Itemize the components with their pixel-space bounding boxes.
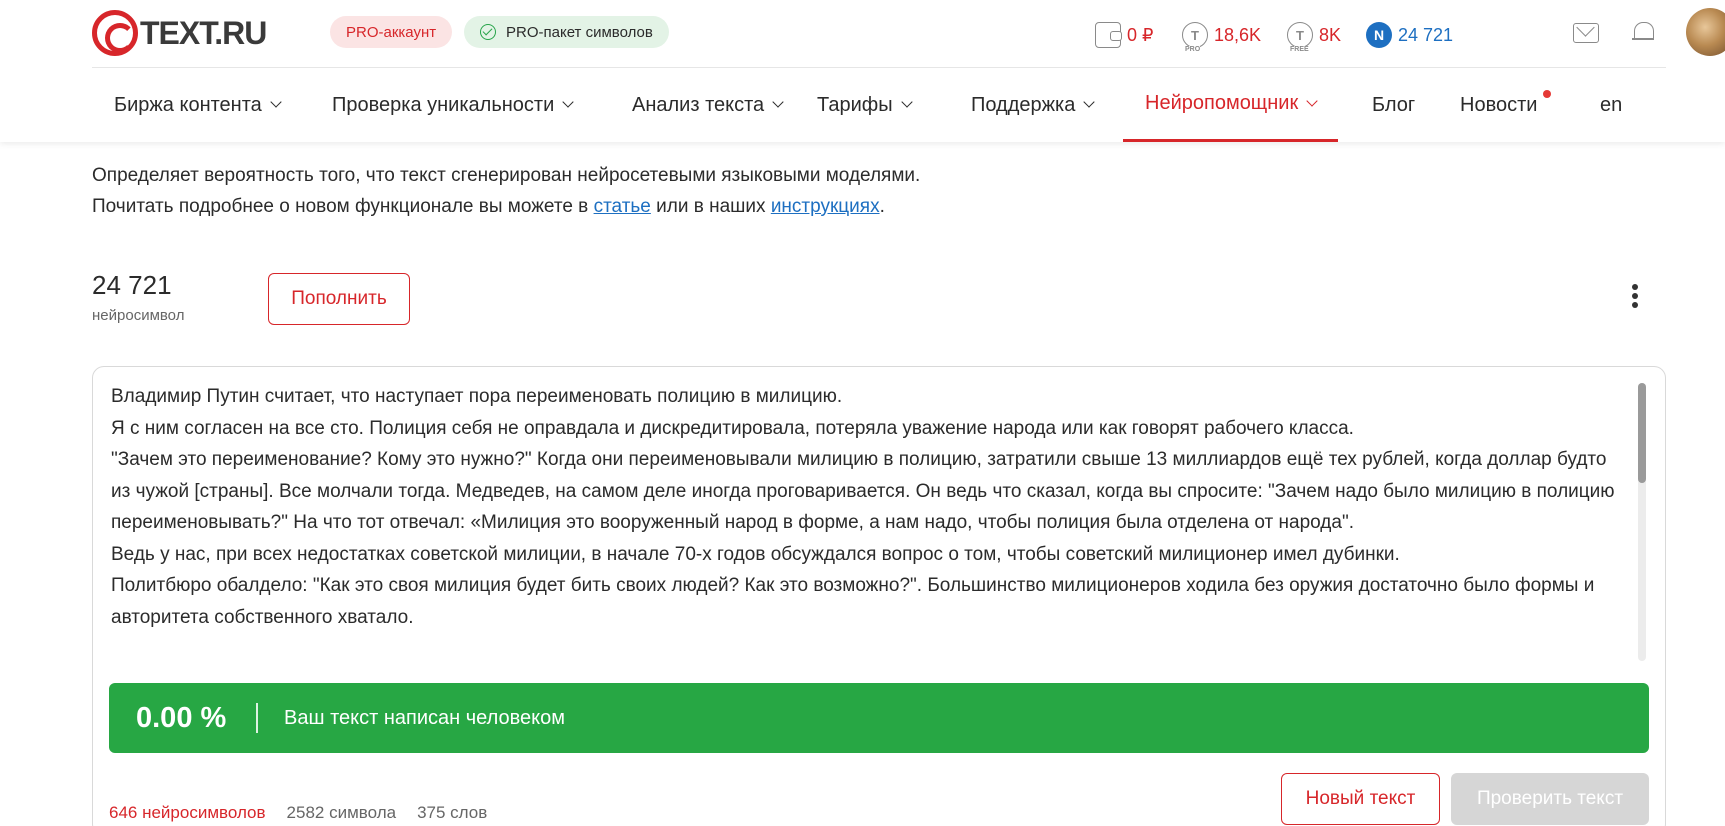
pro-pack-badge[interactable]: PRO-пакет символов (464, 16, 669, 48)
text-scrollbar[interactable] (1638, 383, 1646, 661)
nav-item-label: Новости (1460, 93, 1538, 116)
nav-item-label: Блог (1372, 93, 1416, 116)
new-text-button[interactable]: Новый текст (1281, 773, 1440, 825)
nav-item-blog[interactable]: Блог (1350, 68, 1437, 142)
site-header: TEXT.RU PRO-аккаунт PRO-пакет символов 0… (0, 0, 1725, 142)
pro-chars-balance[interactable]: T PRO 18,6K (1182, 20, 1262, 53)
mail-icon[interactable] (1573, 23, 1599, 43)
chevron-down-icon (900, 96, 913, 108)
more-options-icon[interactable] (1630, 284, 1640, 314)
nav-item-tariffs[interactable]: Тарифы (795, 68, 933, 142)
check-text-button[interactable]: Проверить текст (1451, 773, 1649, 825)
wallet-balance[interactable]: 0 ₽ (1095, 20, 1153, 50)
pro-chars-icon-tag: PRO (1185, 46, 1201, 53)
free-chars-icon: T FREE (1287, 22, 1313, 53)
text-paragraph: "Зачем это переименование? Кому это нужн… (111, 449, 1615, 533)
neuro-balance: 24 721 нейросимвол (92, 270, 184, 324)
topup-button[interactable]: Пополнить (268, 273, 410, 325)
words-count: 375 слов (417, 803, 488, 822)
logo-text: TEXT.RU (140, 14, 267, 51)
text-paragraph: Политбюро обалдело: "Как это своя милици… (111, 575, 1595, 628)
balance-value: 24 721 (92, 270, 172, 300)
article-link[interactable]: статье (594, 196, 651, 217)
description-line-links: Почитать подробнее о новом функционале в… (92, 191, 920, 222)
chevron-down-icon (562, 96, 574, 108)
wallet-value: 0 ₽ (1127, 24, 1154, 45)
nav-item-language[interactable]: en (1578, 68, 1644, 142)
result-divider (256, 703, 258, 733)
neuro-chars-icon-letter: N (1373, 27, 1385, 43)
description-line: Определяет вероятность того, что текст с… (92, 165, 921, 186)
top-bar: TEXT.RU PRO-аккаунт PRO-пакет символов 0… (92, 0, 1725, 68)
description-text: . (879, 196, 885, 217)
neuro-chars-icon: N (1366, 22, 1392, 48)
free-chars-balance[interactable]: T FREE 8K (1287, 20, 1342, 53)
instructions-link[interactable]: инструкциях (771, 196, 880, 217)
chevron-down-icon (1083, 96, 1096, 108)
bell-icon[interactable] (1632, 20, 1654, 44)
pro-pack-label: PRO-пакет символов (506, 23, 653, 41)
description-text: или в наших (650, 196, 771, 217)
pro-chars-value: 18,6K (1214, 24, 1262, 45)
nav-item-label: Биржа контента (114, 93, 262, 116)
nav-item-text-analysis[interactable]: Анализ текста (610, 68, 804, 142)
main-nav: Биржа контента Проверка уникальности Ана… (92, 68, 1666, 142)
nav-item-label: Анализ текста (632, 93, 765, 116)
text-paragraph: Ведь у нас, при всех недостатках советск… (111, 543, 1400, 565)
notification-dot (1543, 90, 1552, 98)
feature-description: Определяет вероятность того, что текст с… (92, 160, 920, 222)
balance-label: нейросимвол (92, 307, 185, 324)
pro-account-badge[interactable]: PRO-аккаунт (330, 16, 453, 48)
nav-item-label: Тарифы (817, 93, 893, 116)
avatar[interactable] (1686, 8, 1725, 56)
nav-item-news[interactable]: Новости (1438, 68, 1567, 142)
free-chars-value: 8K (1319, 24, 1342, 45)
ai-probability: 0.00 % (136, 701, 227, 734)
chevron-down-icon (1306, 94, 1318, 107)
neuro-chars-count: 646 нейросимволов (109, 803, 266, 822)
scrollbar-thumb[interactable] (1638, 383, 1646, 483)
check-circle-icon (480, 24, 496, 40)
nav-item-content-exchange[interactable]: Биржа контента (92, 68, 302, 142)
description-text: Почитать подробнее о новом функционале в… (92, 196, 594, 217)
nav-item-support[interactable]: Поддержка (949, 68, 1115, 142)
nav-item-label: en (1600, 93, 1623, 116)
text-paragraph: Я с ним согласен на все сто. Полиция себ… (111, 417, 1354, 439)
check-card: Владимир Путин считает, что наступает по… (92, 366, 1666, 826)
nav-item-label: Поддержка (971, 93, 1076, 116)
nav-item-label: Нейропомощник (1145, 92, 1299, 114)
chevron-down-icon (270, 96, 282, 108)
logo-copyright-icon (92, 10, 138, 56)
neuro-chars-balance[interactable]: N 24 721 (1366, 20, 1453, 50)
free-chars-icon-tag: FREE (1290, 46, 1309, 53)
pro-chars-icon-letter: T (1191, 27, 1199, 43)
text-input-area[interactable]: Владимир Путин считает, что наступает по… (111, 381, 1631, 663)
free-chars-icon-letter: T (1296, 27, 1304, 43)
chevron-down-icon (772, 96, 784, 108)
result-message: Ваш текст написан человеком (284, 706, 565, 729)
neuro-chars-value: 24 721 (1398, 24, 1454, 45)
result-banner: 0.00 % Ваш текст написан человеком (109, 683, 1649, 753)
text-paragraph: Владимир Путин считает, что наступает по… (111, 386, 843, 407)
wallet-icon (1095, 22, 1122, 48)
logo[interactable]: TEXT.RU (92, 10, 267, 56)
nav-item-uniqueness-check[interactable]: Проверка уникальности (310, 68, 594, 142)
nav-item-label: Проверка уникальности (332, 93, 555, 116)
nav-item-neuro-assistant[interactable]: Нейропомощник (1123, 68, 1339, 142)
chars-count: 2582 символа (286, 803, 397, 822)
text-counters: 646 нейросимволов 2582 символа 375 слов (109, 803, 508, 823)
pro-chars-icon: T PRO (1182, 22, 1208, 53)
pro-account-label: PRO-аккаунт (346, 23, 437, 41)
